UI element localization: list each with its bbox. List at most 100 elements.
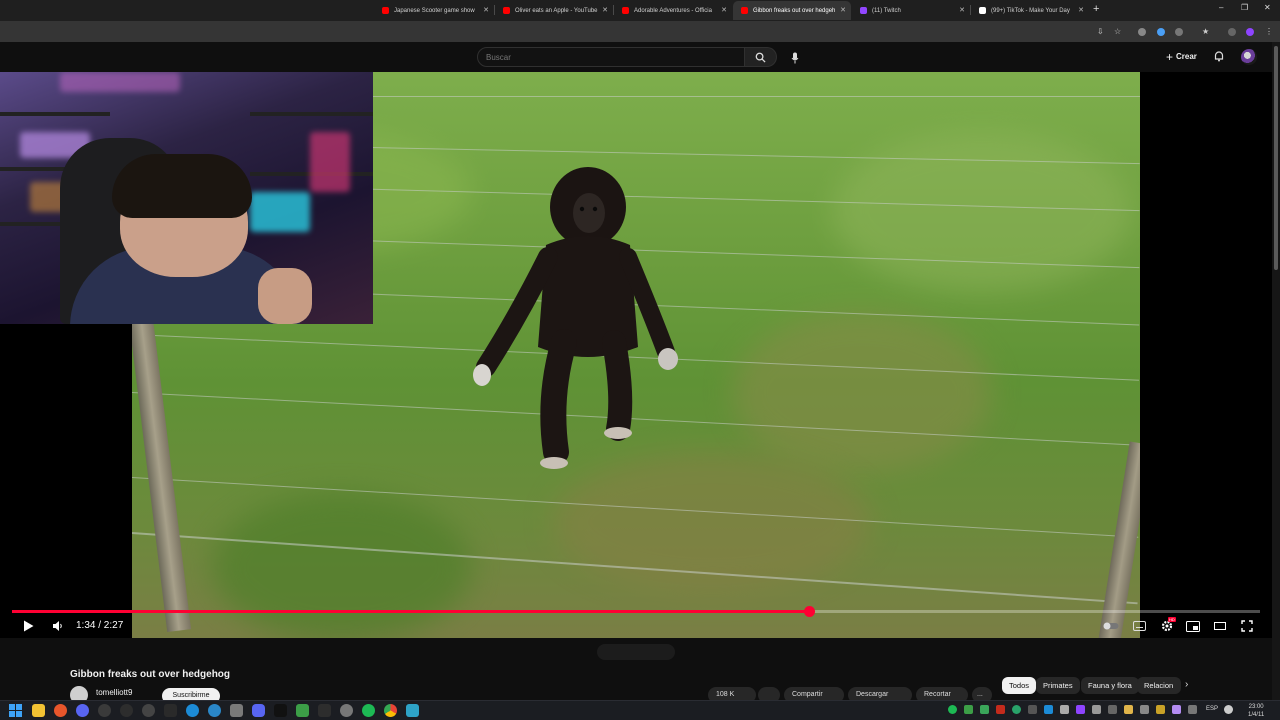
fullscreen-button[interactable] — [1239, 619, 1255, 633]
twitch-favicon-icon — [860, 7, 867, 14]
app-icon[interactable] — [98, 704, 111, 717]
language-indicator[interactable]: ESP — [1206, 706, 1218, 712]
discord-icon[interactable] — [252, 704, 265, 717]
page-scrollbar[interactable] — [1272, 42, 1280, 700]
tray-icon[interactable] — [1108, 705, 1117, 714]
search-input[interactable]: Buscar — [477, 47, 745, 67]
chip-all[interactable]: Todos — [1002, 677, 1037, 694]
scrollbar-thumb[interactable] — [1274, 46, 1278, 270]
chip-related[interactable]: Relacion — [1137, 677, 1181, 694]
browser-tab[interactable]: (99+) TikTok - Make Your Day ✕ — [971, 1, 1089, 20]
minimize-button[interactable]: – — [1219, 3, 1223, 12]
tray-icon[interactable] — [1012, 705, 1021, 714]
hd-badge: HD — [1168, 617, 1176, 622]
close-window-button[interactable]: ✕ — [1264, 3, 1271, 12]
browser-tab-active[interactable]: Gibbon freaks out over hedgeh ✕ — [733, 1, 851, 20]
tray-icon[interactable] — [1060, 705, 1069, 714]
app-icon[interactable] — [296, 704, 309, 717]
profile-icon[interactable] — [1246, 28, 1254, 36]
browser-tab-strip: Japanese Scooter game show ✕ Oliver eats… — [0, 0, 1280, 21]
tray-icon[interactable] — [996, 705, 1005, 714]
voice-search-button[interactable] — [786, 49, 804, 67]
extension-icon[interactable] — [1138, 28, 1146, 36]
browser-tab[interactable]: Japanese Scooter game show ✕ — [374, 1, 494, 20]
theater-mode-button[interactable] — [1212, 619, 1228, 633]
app-icon[interactable] — [230, 704, 243, 717]
spotify-icon[interactable] — [362, 704, 375, 717]
close-tab-icon[interactable]: ✕ — [602, 6, 608, 14]
create-button[interactable]: + Crear — [1166, 50, 1197, 64]
tray-icon[interactable] — [1188, 705, 1197, 714]
app-icon[interactable] — [120, 704, 133, 717]
settings-button[interactable]: HD — [1158, 617, 1176, 633]
steam-icon[interactable] — [186, 704, 199, 717]
app-icon[interactable] — [318, 704, 331, 717]
tiktok-app-icon[interactable] — [274, 704, 287, 717]
notifications-bell-icon[interactable] — [1213, 50, 1225, 62]
miniplayer-button[interactable] — [1185, 619, 1201, 633]
video-player[interactable]: 1:34 / 2:27 HD — [0, 72, 1272, 638]
close-tab-icon[interactable]: ✕ — [959, 6, 965, 14]
progress-bar[interactable] — [12, 606, 1260, 617]
chip-primates[interactable]: Primates — [1036, 677, 1080, 694]
tray-icon[interactable] — [964, 705, 973, 714]
tray-icon[interactable] — [1172, 705, 1181, 714]
bookmark-star-icon[interactable]: ☆ — [1114, 27, 1121, 36]
app-icon[interactable] — [406, 704, 419, 717]
file-explorer-icon[interactable] — [32, 704, 45, 717]
tray-icon[interactable] — [948, 705, 957, 714]
chip-wildlife[interactable]: Fauna y flora — [1081, 677, 1139, 694]
tray-icon[interactable] — [1028, 705, 1037, 714]
tray-icon[interactable] — [1044, 705, 1053, 714]
new-tab-button[interactable]: + — [1093, 3, 1099, 15]
autoplay-toggle[interactable] — [1102, 619, 1120, 633]
maximize-button[interactable]: ❐ — [1241, 3, 1248, 12]
play-icon — [23, 620, 33, 632]
chrome-icon[interactable] — [384, 704, 397, 717]
tray-icon[interactable] — [1156, 705, 1165, 714]
tray-icon[interactable] — [1124, 705, 1133, 714]
app-icon[interactable] — [340, 704, 353, 717]
wifi-icon[interactable] — [1224, 705, 1233, 714]
search-button[interactable] — [745, 47, 777, 67]
install-app-icon[interactable]: ⇩ — [1097, 27, 1104, 36]
tray-icon[interactable] — [1140, 705, 1149, 714]
tab-title: Adorable Adventures - Officia — [634, 7, 712, 14]
close-tab-icon[interactable]: ✕ — [840, 6, 846, 14]
tray-icon[interactable] — [1076, 705, 1085, 714]
browser-tab[interactable]: (11) Twitch ✕ — [852, 1, 970, 20]
bookmarks-icon[interactable]: ★ — [1202, 27, 1209, 36]
extension-icon[interactable] — [1157, 28, 1165, 36]
extensions-puzzle-icon[interactable] — [1175, 28, 1183, 36]
search-app-icon[interactable] — [54, 704, 67, 717]
sidepanel-icon[interactable] — [1228, 28, 1236, 36]
account-avatar[interactable] — [1241, 49, 1257, 65]
app-icon[interactable] — [76, 704, 89, 717]
browser-tab[interactable]: Oliver eats an Apple - YouTube ✕ — [495, 1, 613, 20]
close-tab-icon[interactable]: ✕ — [1078, 6, 1084, 14]
app-icon[interactable] — [142, 704, 155, 717]
mute-button[interactable] — [50, 619, 66, 633]
tab-title: Oliver eats an Apple - YouTube — [515, 7, 598, 14]
close-tab-icon[interactable]: ✕ — [483, 6, 489, 14]
browser-menu-icon[interactable]: ⋮ — [1265, 27, 1273, 36]
fullscreen-icon — [1241, 620, 1253, 632]
telegram-icon[interactable] — [208, 704, 221, 717]
app-icon[interactable] — [164, 704, 177, 717]
miniplayer-icon — [1186, 620, 1200, 632]
youtube-favicon-icon — [622, 7, 629, 14]
subtitles-button[interactable] — [1131, 619, 1147, 633]
windows-taskbar: ESP 23:00 1/4/11 — [0, 700, 1280, 720]
tray-icon[interactable] — [980, 705, 989, 714]
close-tab-icon[interactable]: ✕ — [721, 6, 727, 14]
play-button[interactable] — [20, 619, 36, 633]
channel-name[interactable]: tomelliott9 — [96, 688, 132, 697]
autoplay-toggle-icon — [1103, 622, 1119, 630]
microphone-icon — [791, 52, 799, 64]
video-title: Gibbon freaks out over hedgehog — [70, 669, 231, 680]
windows-start-icon[interactable] — [9, 704, 22, 717]
chips-next-chevron-icon[interactable]: › — [1185, 679, 1188, 690]
tray-icon[interactable] — [1092, 705, 1101, 714]
browser-tab[interactable]: Adorable Adventures - Officia ✕ — [614, 1, 732, 20]
system-clock[interactable]: 23:00 1/4/11 — [1248, 703, 1264, 719]
